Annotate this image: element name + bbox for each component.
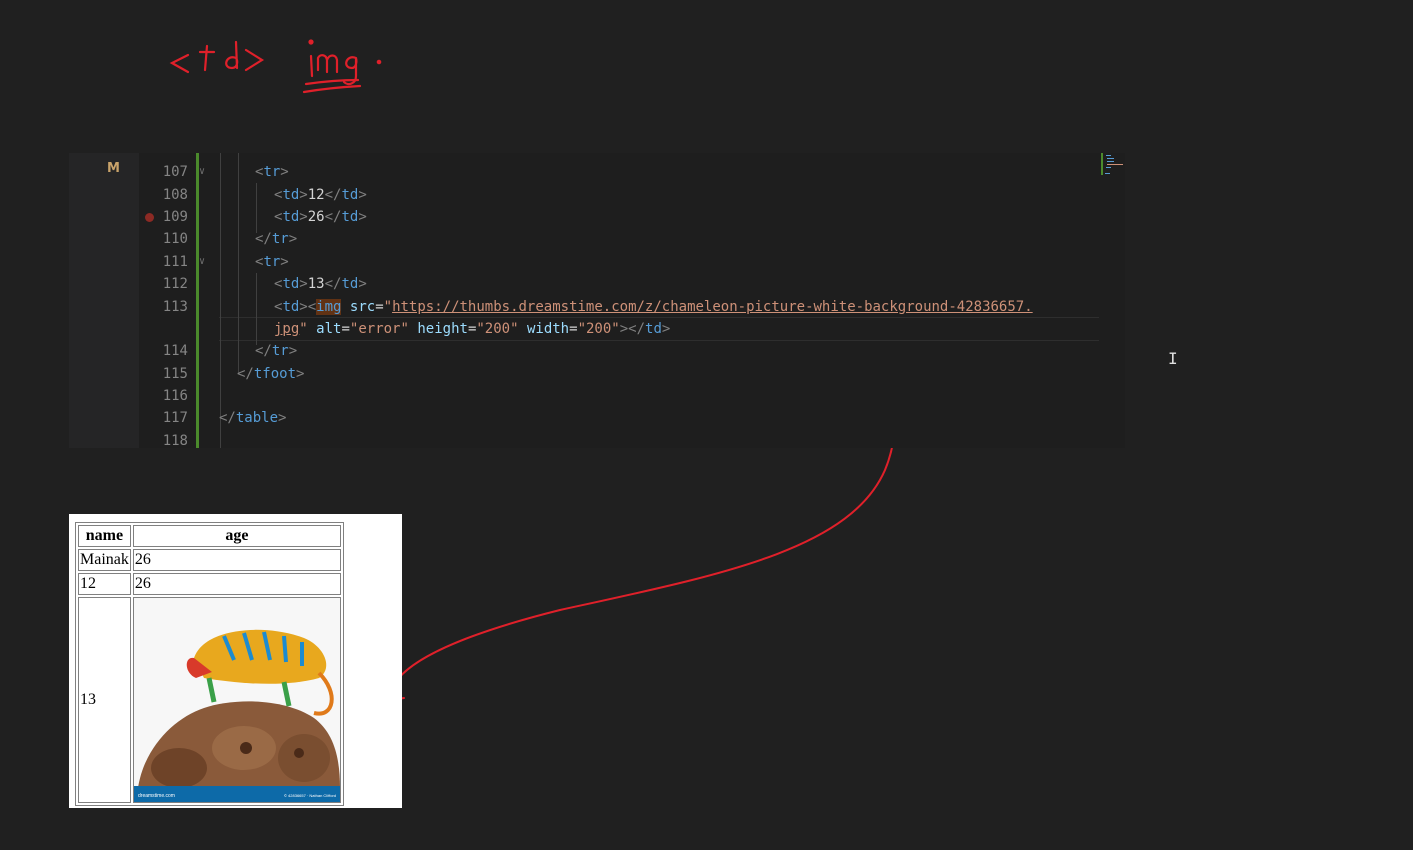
handwritten-img-note	[302, 39, 382, 94]
svg-text:dreamstime.com: dreamstime.com	[138, 793, 175, 799]
chameleon-image: dreamstime.com © 42836657 · Nathan Cliff…	[133, 598, 340, 802]
code-line[interactable]: 113 <td><img src="https://thumbs.dreamst…	[69, 296, 1125, 318]
code-line[interactable]: <tfoot>	[69, 153, 1125, 160]
line-number: 112	[162, 276, 188, 292]
line-number: 114	[162, 343, 188, 359]
table-cell: Mainak	[78, 549, 131, 571]
line-number: 113	[162, 299, 188, 315]
code-line[interactable]: 117 </table>	[69, 407, 1125, 429]
minimap[interactable]	[1101, 153, 1125, 183]
svg-text:© 42836657 · Nathan Clifford: © 42836657 · Nathan Clifford	[284, 793, 336, 798]
code-line[interactable]: 114 </tr>	[69, 340, 1125, 362]
table-row: Mainak 26	[78, 549, 341, 571]
table-row: 13 dreamstime.com © 42836657 · Nathan Cl…	[78, 597, 341, 803]
code-editor[interactable]: M <tfoot> 107 ∨ <tr> 108 <td>12</td> 109…	[69, 153, 1125, 448]
column-header: age	[132, 525, 341, 547]
line-number: 109	[162, 209, 188, 225]
code-line[interactable]: 115 </tfoot>	[69, 363, 1125, 385]
fold-chevron-icon[interactable]: ∨	[199, 251, 205, 273]
line-number: 108	[162, 187, 188, 203]
line-number: 110	[162, 231, 188, 247]
line-number: 115	[162, 366, 188, 382]
rendered-table: name age Mainak 26 12 26 13 dreamstime.c…	[75, 522, 344, 806]
line-number: 107	[162, 164, 188, 180]
fold-chevron-icon[interactable]: ∨	[199, 161, 205, 183]
code-line[interactable]: 111 ∨ <tr>	[69, 251, 1125, 273]
column-header: name	[78, 525, 131, 547]
code-line[interactable]: 108 <td>12</td>	[69, 184, 1125, 206]
code-line[interactable]: 109 <td>26</td>	[69, 206, 1125, 228]
image-cell: dreamstime.com © 42836657 · Nathan Cliff…	[132, 597, 341, 803]
table-cell: 13	[78, 597, 131, 803]
code-line[interactable]: 116	[69, 385, 1125, 407]
line-number: 117	[162, 410, 188, 426]
table-row: 12 26	[78, 573, 341, 595]
table-cell: 12	[78, 573, 131, 595]
code-line[interactable]: 118	[69, 430, 1125, 448]
line-number: 116	[162, 388, 188, 404]
text-cursor-icon: I	[1168, 349, 1178, 368]
handwritten-td-note	[169, 40, 265, 74]
table-cell: 26	[132, 549, 341, 571]
table-header-row: name age	[78, 525, 341, 547]
browser-preview: name age Mainak 26 12 26 13 dreamstime.c…	[69, 514, 402, 808]
image-url-link[interactable]: https://thumbs.dreamstime.com/z/chameleo…	[392, 299, 1033, 315]
table-cell: 26	[132, 573, 341, 595]
code-line-wrap[interactable]: jpg" alt="error" height="200" width="200…	[69, 318, 1125, 340]
line-number: 118	[162, 433, 188, 448]
line-number: 111	[162, 254, 188, 270]
code-line[interactable]: 110 </tr>	[69, 228, 1125, 250]
code-line[interactable]: 107 ∨ <tr>	[69, 161, 1125, 183]
code-line[interactable]: 112 <td>13</td>	[69, 273, 1125, 295]
